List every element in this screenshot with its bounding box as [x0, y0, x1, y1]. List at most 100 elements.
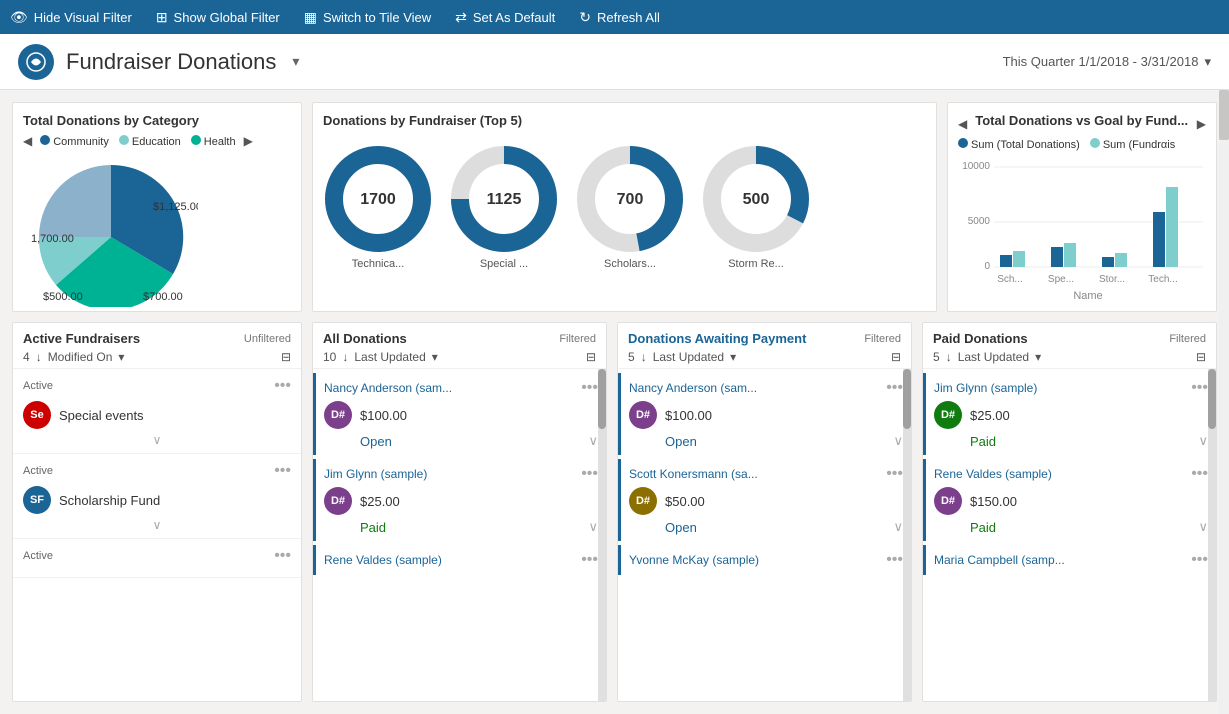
more-options-icon[interactable]: ••• — [274, 377, 291, 395]
more-options-icon[interactable]: ••• — [581, 551, 598, 569]
awaiting-filter-icon[interactable]: ⊟ — [891, 350, 901, 364]
donut-item-2: 700 Scholars... — [575, 144, 685, 270]
expand-icon[interactable]: ∨ — [588, 433, 598, 449]
pie-nav-left[interactable]: ◀ — [23, 134, 32, 148]
expand-icon[interactable]: ∨ — [893, 519, 903, 535]
expand-icon[interactable]: ∨ — [1198, 519, 1208, 535]
more-options-icon[interactable]: ••• — [1191, 465, 1208, 483]
fundraiser-name-row-1: SF Scholarship Fund — [23, 486, 291, 514]
more-options-icon[interactable]: ••• — [274, 462, 291, 480]
donation-link-2[interactable]: Rene Valdes (sample) — [324, 553, 442, 567]
avatar-sf: SF — [23, 486, 51, 514]
paid-status-1[interactable]: Paid — [970, 520, 996, 535]
scrollbar-track[interactable] — [903, 369, 911, 701]
awaiting-status-0[interactable]: Open — [665, 434, 697, 449]
avatar-d: D# — [934, 487, 962, 515]
sort-chevron-icon[interactable]: ▾ — [1035, 350, 1041, 364]
expand-icon[interactable]: ∨ — [588, 519, 598, 535]
paid-link-0[interactable]: Jim Glynn (sample) — [934, 381, 1037, 395]
donation-status-0[interactable]: Open — [360, 434, 392, 449]
paid-status-0[interactable]: Paid — [970, 434, 996, 449]
more-options-icon[interactable]: ••• — [1191, 551, 1208, 569]
svg-text:$1,125.00: $1,125.00 — [153, 201, 198, 213]
donut-item-3: 500 Storm Re... — [701, 144, 811, 270]
awaiting-link-1[interactable]: Scott Konersmann (sa... — [629, 467, 758, 481]
sort-chevron-icon[interactable]: ▾ — [730, 350, 736, 364]
fundraiser-name-row-0: Se Special events — [23, 401, 291, 429]
more-options-icon[interactable]: ••• — [886, 465, 903, 483]
sort-chevron-icon[interactable]: ▾ — [118, 350, 124, 364]
more-options-icon[interactable]: ••• — [1191, 379, 1208, 397]
show-global-filter-btn[interactable]: ⊞ Show Global Filter — [156, 9, 280, 26]
sort-down-icon: ↓ — [342, 350, 348, 364]
paid-filter-icon[interactable]: ⊟ — [1196, 350, 1206, 364]
fundraisers-body: Active ••• Se Special events ∨ Active ••… — [13, 369, 301, 701]
svg-text:Tech...: Tech... — [1148, 274, 1177, 285]
fundraiser-expand-1[interactable]: ∨ — [23, 518, 291, 532]
awaiting-payment-panel: Donations Awaiting Payment Filtered 5 ↓ … — [617, 322, 912, 702]
bar-nav-right[interactable]: ▶ — [1197, 117, 1206, 131]
list-item: Jim Glynn (sample) ••• D# $25.00 Paid ∨ — [313, 459, 606, 541]
svg-text:Stor...: Stor... — [1099, 274, 1125, 285]
scrollbar-track[interactable] — [598, 369, 606, 701]
switch-tile-view-btn[interactable]: ▦ Switch to Tile View — [304, 9, 431, 26]
bar-nav-left[interactable]: ◀ — [958, 117, 967, 131]
fundraisers-badge: Unfiltered — [244, 333, 291, 345]
donut-label-1: Special ... — [480, 258, 528, 270]
svg-text:1700: 1700 — [360, 191, 396, 208]
donut-label-0: Technica... — [352, 258, 405, 270]
donation-link-1[interactable]: Jim Glynn (sample) — [324, 467, 427, 481]
list-item: Jim Glynn (sample) ••• D# $25.00 Paid ∨ — [923, 373, 1216, 455]
tile-icon: ▦ — [304, 9, 317, 26]
fundraisers-controls: 4 ↓ Modified On ▾ ⊟ — [23, 350, 291, 364]
date-range-selector[interactable]: This Quarter 1/1/2018 - 3/31/2018 ▾ — [1003, 54, 1211, 70]
all-donations-sort-field[interactable]: Last Updated — [354, 350, 425, 364]
svg-text:Sch...: Sch... — [997, 274, 1023, 285]
sort-chevron-icon[interactable]: ▾ — [432, 350, 438, 364]
legend-education: Education — [119, 135, 181, 148]
paid-sort-field[interactable]: Last Updated — [958, 350, 1029, 364]
avatar-d: D# — [629, 487, 657, 515]
donation-link-0[interactable]: Nancy Anderson (sam... — [324, 381, 452, 395]
scrollbar-track[interactable] — [1208, 369, 1216, 701]
sort-down-icon: ↓ — [36, 350, 42, 364]
fundraisers-filter-icon[interactable]: ⊟ — [281, 350, 291, 364]
date-range-text: This Quarter 1/1/2018 - 3/31/2018 — [1003, 54, 1199, 69]
all-donations-badge: Filtered — [559, 333, 596, 345]
more-options-icon[interactable]: ••• — [886, 379, 903, 397]
awaiting-status-1[interactable]: Open — [665, 520, 697, 535]
title-dropdown-icon[interactable]: ▾ — [292, 53, 299, 70]
awaiting-link-2[interactable]: Yvonne McKay (sample) — [629, 553, 759, 567]
awaiting-sort-field[interactable]: Last Updated — [653, 350, 724, 364]
all-donations-filter-icon[interactable]: ⊟ — [586, 350, 596, 364]
fundraisers-count: 4 — [23, 350, 30, 364]
awaiting-link-0[interactable]: Nancy Anderson (sam... — [629, 381, 757, 395]
header-left: Fundraiser Donations ▾ — [18, 44, 299, 80]
more-options-icon[interactable]: ••• — [886, 551, 903, 569]
list-item: Rene Valdes (sample) ••• — [313, 545, 606, 575]
refresh-btn[interactable]: ↻ Refresh All — [579, 9, 660, 26]
svg-text:$700.00: $700.00 — [143, 291, 183, 303]
donut-label-3: Storm Re... — [728, 258, 784, 270]
donut-chart-card: Donations by Fundraiser (Top 5) 1700 Tec… — [312, 102, 937, 312]
date-range-chevron[interactable]: ▾ — [1204, 54, 1211, 70]
expand-icon[interactable]: ∨ — [893, 433, 903, 449]
bar-chart-svg: 10000 5000 0 Sch... — [958, 157, 1206, 302]
hide-visual-filter-btn[interactable]: 👁 Hide Visual Filter — [10, 9, 132, 26]
avatar-d: D# — [324, 487, 352, 515]
more-options-icon[interactable]: ••• — [581, 465, 598, 483]
more-options-icon[interactable]: ••• — [581, 379, 598, 397]
page-title: Fundraiser Donations — [66, 49, 276, 75]
list-item: Maria Campbell (samp... ••• — [923, 545, 1216, 575]
donation-amount-1: $25.00 — [360, 494, 400, 509]
paid-link-1[interactable]: Rene Valdes (sample) — [934, 467, 1052, 481]
set-default-btn[interactable]: ⇄ Set As Default — [455, 9, 555, 26]
fundraiser-expand-0[interactable]: ∨ — [23, 433, 291, 447]
fundraisers-sort-field[interactable]: Modified On — [48, 350, 113, 364]
donation-status-1[interactable]: Paid — [360, 520, 386, 535]
expand-icon[interactable]: ∨ — [1198, 433, 1208, 449]
page-scrollbar-track[interactable] — [1219, 90, 1229, 714]
pie-nav-right[interactable]: ▶ — [244, 134, 253, 148]
more-options-icon[interactable]: ••• — [274, 547, 291, 565]
paid-link-2[interactable]: Maria Campbell (samp... — [934, 553, 1065, 567]
